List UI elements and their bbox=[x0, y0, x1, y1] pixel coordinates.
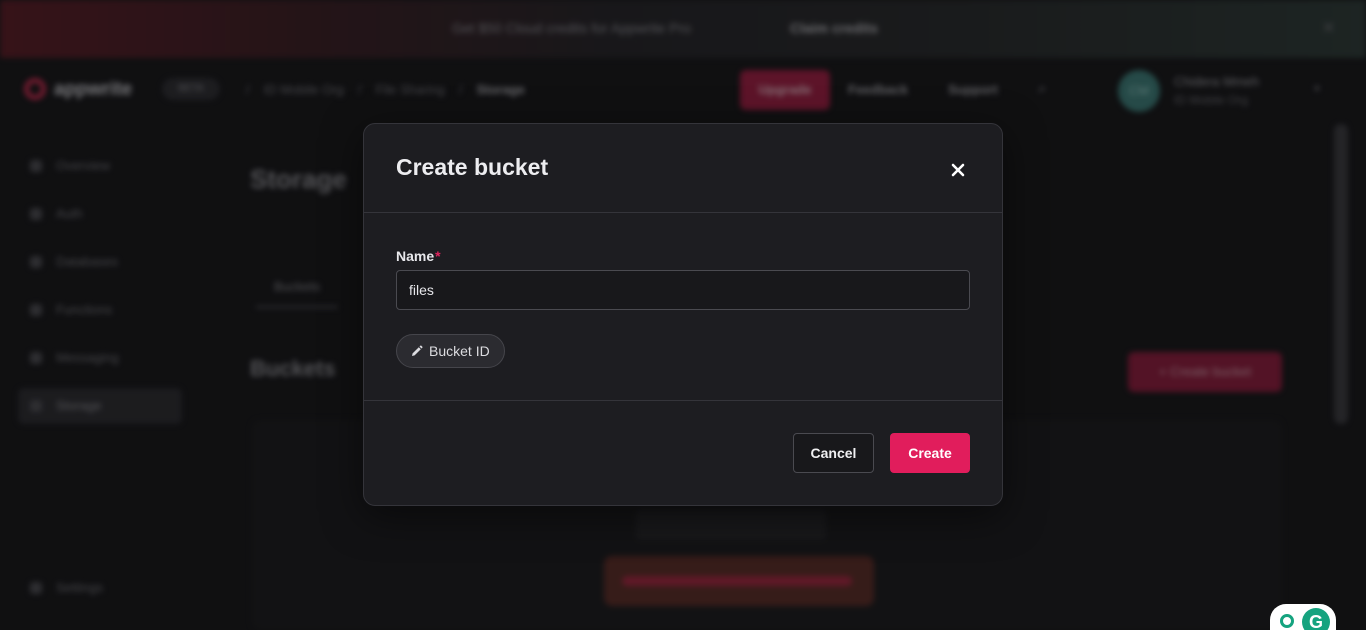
name-input[interactable] bbox=[396, 270, 970, 310]
name-label-text: Name bbox=[396, 248, 435, 264]
divider bbox=[364, 400, 1002, 401]
grammarly-widget[interactable]: G bbox=[1270, 604, 1336, 630]
bucket-id-button[interactable]: Bucket ID bbox=[396, 334, 505, 368]
widget-status-icon bbox=[1280, 614, 1294, 628]
create-button[interactable]: Create bbox=[890, 433, 970, 473]
bucket-id-label: Bucket ID bbox=[429, 343, 490, 359]
pencil-icon bbox=[412, 345, 423, 356]
grammarly-icon: G bbox=[1302, 608, 1330, 630]
name-field-label: Name* bbox=[396, 248, 441, 264]
close-icon bbox=[951, 163, 965, 177]
divider bbox=[364, 212, 1002, 213]
close-button[interactable] bbox=[946, 158, 970, 182]
required-mark: * bbox=[435, 248, 441, 264]
create-bucket-modal: Create bucket Name* Bucket ID Cancel Cre… bbox=[363, 123, 1003, 506]
cancel-button[interactable]: Cancel bbox=[793, 433, 874, 473]
modal-title: Create bucket bbox=[396, 154, 549, 180]
